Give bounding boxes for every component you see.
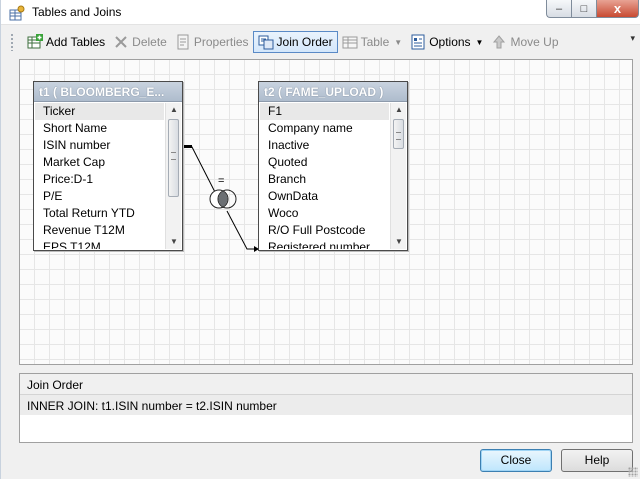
table-t2-header[interactable]: t2 ( FAME_UPLOAD ) <box>259 82 407 102</box>
add-table-icon <box>27 34 43 50</box>
column-item[interactable]: ISIN number <box>35 137 164 154</box>
column-item[interactable]: Quoted <box>260 154 389 171</box>
column-item[interactable]: R/O Full Postcode <box>260 222 389 239</box>
table-menu-button[interactable]: Table ▼ <box>338 31 407 53</box>
column-item[interactable]: Branch <box>260 171 389 188</box>
table-t2-scrollbar[interactable]: ▲ ▼ <box>390 103 406 249</box>
maximize-button[interactable]: □ <box>571 0 596 18</box>
properties-label: Properties <box>193 35 249 49</box>
join-order-label: Join Order <box>276 35 333 49</box>
scroll-down-icon[interactable]: ▼ <box>391 235 406 249</box>
scroll-down-icon[interactable]: ▼ <box>166 235 181 249</box>
scroll-up-icon[interactable]: ▲ <box>166 103 181 117</box>
column-item[interactable]: EPS T12M <box>35 239 164 249</box>
window-title: Tables and Joins <box>32 5 122 19</box>
minimize-button[interactable]: – <box>546 0 571 18</box>
tables-and-joins-window: Tables and Joins – □ x Add Tables Delete… <box>0 0 640 479</box>
table-t1-box[interactable]: t1 ( BLOOMBERG_E... Ticker Short Name IS… <box>33 81 183 251</box>
toolbar-overflow-icon[interactable]: ▾ <box>630 33 635 44</box>
close-window-button[interactable]: x <box>596 0 639 18</box>
resize-grip-icon[interactable] <box>628 467 638 477</box>
join-operator-label: = <box>218 175 225 187</box>
table-t1-column-list: Ticker Short Name ISIN number Market Cap… <box>35 103 164 249</box>
table-icon <box>342 34 358 50</box>
chevron-down-icon: ▼ <box>394 37 403 47</box>
options-icon <box>410 34 426 50</box>
move-up-label: Move Up <box>510 35 559 49</box>
query-builder-icon <box>9 5 25 21</box>
column-item[interactable]: Revenue T12M <box>35 222 164 239</box>
close-button[interactable]: Close <box>480 449 552 472</box>
column-item[interactable]: Woco <box>260 205 389 222</box>
scroll-up-icon[interactable]: ▲ <box>391 103 406 117</box>
join-order-icon <box>258 34 274 50</box>
add-tables-button[interactable]: Add Tables <box>23 31 109 53</box>
column-item[interactable]: OwnData <box>260 188 389 205</box>
delete-icon <box>113 34 129 50</box>
help-button[interactable]: Help <box>561 449 633 472</box>
join-diagram-canvas[interactable]: = t1 ( BLOOMBERG_E... Ticker Short Name … <box>19 59 633 365</box>
delete-button[interactable]: Delete <box>109 31 171 53</box>
title-bar: Tables and Joins – □ x <box>1 0 640 25</box>
column-item[interactable]: Market Cap <box>35 154 164 171</box>
add-tables-label: Add Tables <box>46 35 106 49</box>
inner-join-icon[interactable] <box>209 188 237 210</box>
toolbar-grip-icon[interactable] <box>10 33 14 51</box>
column-item[interactable]: Ticker <box>35 103 164 120</box>
scroll-thumb[interactable] <box>393 119 404 149</box>
join-order-button[interactable]: Join Order <box>252 31 338 53</box>
table-menu-label: Table <box>360 35 390 49</box>
column-item[interactable]: Total Return YTD <box>35 205 164 222</box>
window-controls: – □ x <box>546 0 639 18</box>
column-item[interactable]: Registered number <box>260 239 389 249</box>
column-item[interactable]: Company name <box>260 120 389 137</box>
properties-icon <box>175 34 191 50</box>
column-item[interactable]: Inactive <box>260 137 389 154</box>
move-up-button[interactable]: Move Up <box>487 31 562 53</box>
delete-label: Delete <box>132 35 167 49</box>
table-t1-header[interactable]: t1 ( BLOOMBERG_E... <box>34 82 182 102</box>
join-order-panel: Join Order INNER JOIN: t1.ISIN number = … <box>19 373 633 443</box>
column-item[interactable]: F1 <box>260 103 389 120</box>
join-order-row[interactable]: INNER JOIN: t1.ISIN number = t2.ISIN num… <box>20 395 632 415</box>
properties-button[interactable]: Properties <box>171 31 253 53</box>
column-item[interactable]: Price:D-1 <box>35 171 164 188</box>
table-t2-box[interactable]: t2 ( FAME_UPLOAD ) F1 Company name Inact… <box>258 81 408 251</box>
column-item[interactable]: Short Name <box>35 120 164 137</box>
join-order-header: Join Order <box>20 374 632 395</box>
table-t1-scrollbar[interactable]: ▲ ▼ <box>165 103 181 249</box>
toolbar: Add Tables Delete Properties Join Order … <box>10 31 637 53</box>
arrow-up-icon <box>491 34 507 50</box>
options-menu-button[interactable]: Options ▼ <box>406 31 487 53</box>
scroll-thumb[interactable] <box>168 119 179 197</box>
table-t2-column-list: F1 Company name Inactive Quoted Branch O… <box>260 103 389 249</box>
chevron-down-icon: ▼ <box>475 37 484 47</box>
options-menu-label: Options <box>429 35 471 49</box>
column-item[interactable]: P/E <box>35 188 164 205</box>
